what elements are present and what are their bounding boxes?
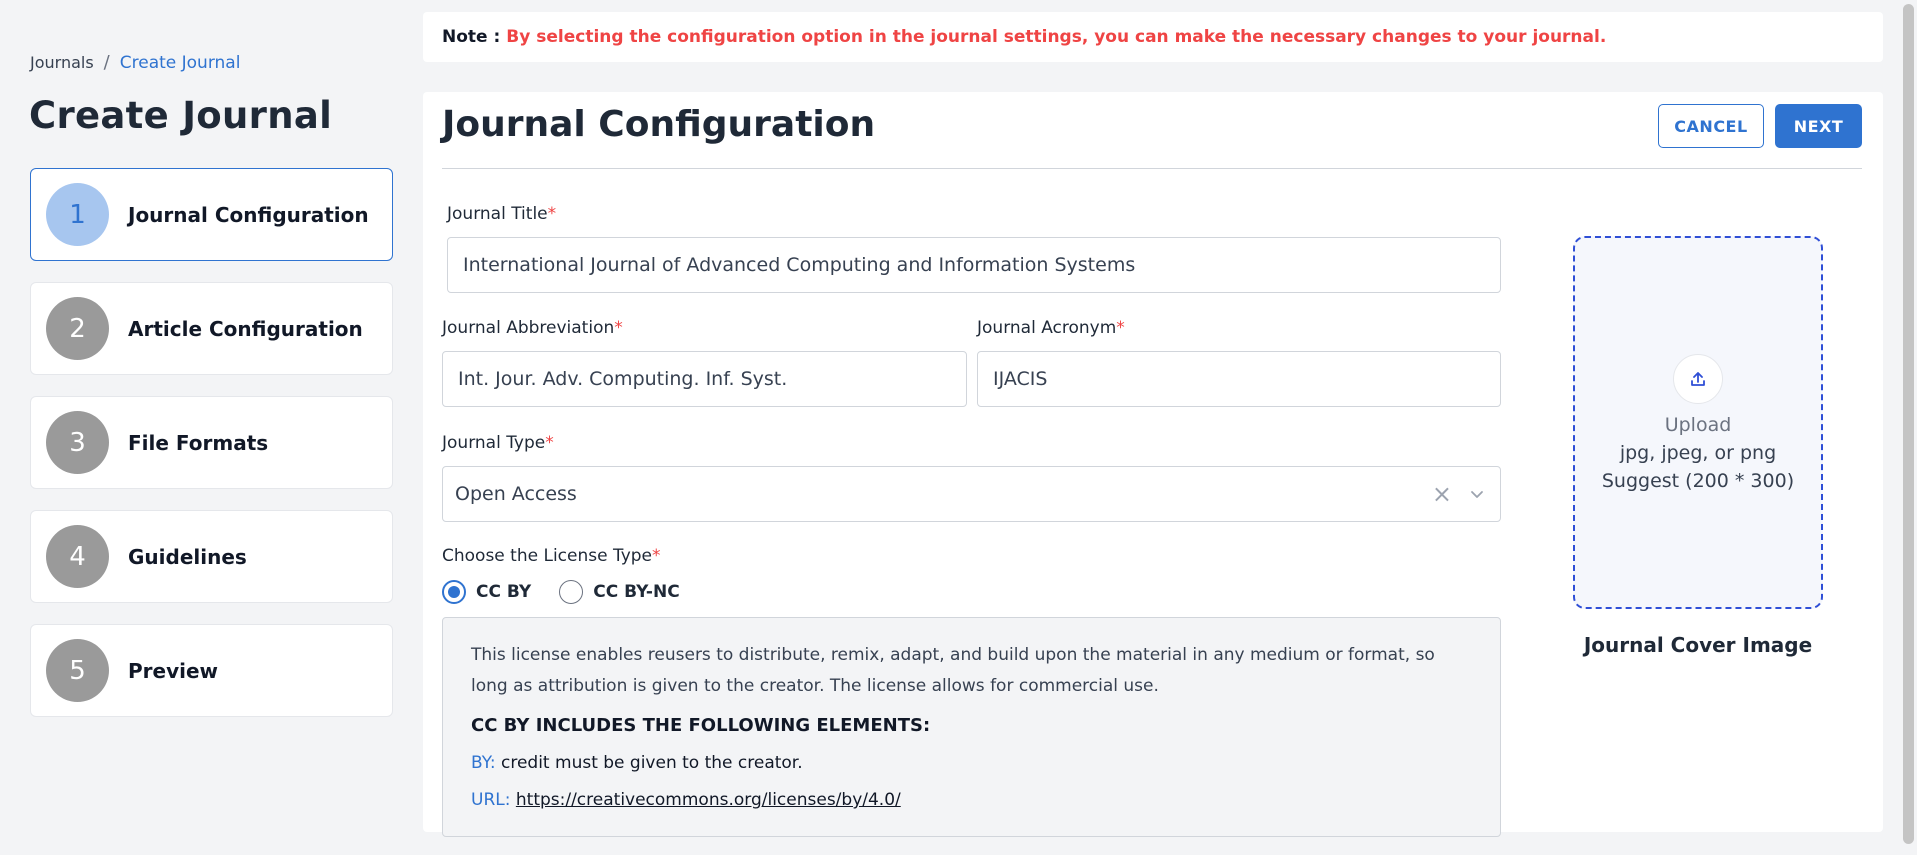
journal-acronym-label-text: Journal Acronym [977, 318, 1117, 338]
page-title: Create Journal [29, 94, 333, 137]
step-journal-configuration[interactable]: 1 Journal Configuration [30, 168, 393, 261]
card-title: Journal Configuration [442, 104, 876, 145]
card-header: Journal Configuration CANCEL NEXT [442, 92, 1862, 169]
note-text: By selecting the configuration option in… [506, 27, 1607, 47]
journal-title-field[interactable] [447, 237, 1501, 293]
next-button[interactable]: NEXT [1775, 104, 1862, 148]
step-label: Guidelines [128, 544, 247, 569]
license-url-row: URL: https://creativecommons.org/license… [471, 790, 1472, 810]
journal-type-label: Journal Type* [442, 433, 554, 453]
journal-title-label: Journal Title* [447, 204, 556, 224]
step-guidelines[interactable]: 4 Guidelines [30, 510, 393, 603]
journal-abbreviation-field[interactable] [442, 351, 967, 407]
radio-cc-by-nc[interactable]: CC BY-NC [559, 580, 680, 604]
step-article-configuration[interactable]: 2 Article Configuration [30, 282, 393, 375]
upload-arrow-icon [1691, 371, 1705, 386]
cancel-button[interactable]: CANCEL [1658, 104, 1764, 148]
license-description: This license enables reusers to distribu… [471, 645, 1435, 696]
step-number: 5 [46, 639, 109, 702]
note-banner: Note : By selecting the configuration op… [423, 12, 1883, 62]
step-number: 2 [46, 297, 109, 360]
cover-image-upload[interactable]: Upload jpg, jpeg, or png Suggest (200 * … [1573, 236, 1823, 609]
license-by-value: credit must be given to the creator. [501, 753, 803, 773]
note-label: Note : [442, 27, 501, 47]
cover-image-caption: Journal Cover Image [1583, 633, 1813, 657]
upload-suggest: Suggest (200 * 300) [1601, 469, 1795, 492]
step-file-formats[interactable]: 3 File Formats [30, 396, 393, 489]
breadcrumb: Journals / Create Journal [30, 52, 240, 73]
journal-acronym-label: Journal Acronym* [977, 318, 1125, 338]
scrollbar-track[interactable] [1900, 0, 1917, 855]
chevron-down-icon[interactable] [1470, 487, 1484, 501]
step-number: 1 [46, 183, 109, 246]
license-by-key: BY: [471, 753, 496, 773]
required-mark: * [614, 318, 623, 338]
license-radio-group: CC BY CC BY-NC [442, 580, 680, 604]
license-type-label: Choose the License Type* [442, 546, 661, 566]
journal-acronym-input[interactable] [993, 368, 1500, 390]
step-label: Article Configuration [128, 316, 363, 341]
journal-type-select[interactable]: Open Access × [442, 466, 1501, 522]
required-mark: * [652, 546, 661, 566]
radio-button-checked[interactable] [442, 580, 466, 604]
journal-abbreviation-input[interactable] [458, 368, 966, 390]
journal-title-input[interactable] [463, 254, 1500, 276]
upload-label: Upload [1664, 413, 1732, 436]
journal-title-label-text: Journal Title [447, 204, 548, 224]
license-heading: CC BY INCLUDES THE FOLLOWING ELEMENTS: [471, 715, 931, 736]
radio-label: CC BY [476, 582, 532, 602]
step-label: File Formats [128, 430, 269, 455]
license-info-box: This license enables reusers to distribu… [442, 617, 1501, 837]
journal-type-label-text: Journal Type [442, 433, 546, 453]
step-label: Journal Configuration [128, 202, 369, 227]
journal-abbreviation-label: Journal Abbreviation* [442, 318, 623, 338]
license-by-row: BY: credit must be given to the creator. [471, 753, 1472, 773]
radio-cc-by[interactable]: CC BY [442, 580, 531, 604]
license-url-key: URL: [471, 790, 511, 810]
required-mark: * [547, 204, 557, 224]
breadcrumb-journals-link[interactable]: Journals [30, 53, 94, 72]
radio-label: CC BY-NC [593, 582, 680, 602]
step-number: 3 [46, 411, 109, 474]
upload-formats: jpg, jpeg, or png [1619, 441, 1777, 464]
step-number: 4 [46, 525, 109, 588]
step-preview[interactable]: 5 Preview [30, 624, 393, 717]
upload-icon[interactable] [1673, 353, 1723, 404]
journal-type-value: Open Access [455, 483, 577, 505]
step-label: Preview [128, 658, 219, 683]
stepper: 1 Journal Configuration 2 Article Config… [30, 168, 393, 738]
breadcrumb-current[interactable]: Create Journal [120, 53, 241, 73]
required-mark: * [545, 433, 554, 453]
journal-abbreviation-label-text: Journal Abbreviation [442, 318, 615, 338]
radio-button[interactable] [559, 580, 584, 604]
clear-icon[interactable]: × [1432, 480, 1452, 508]
breadcrumb-separator: / [103, 52, 110, 73]
journal-configuration-card: Journal Configuration CANCEL NEXT Journa… [423, 92, 1883, 837]
journal-acronym-field[interactable] [977, 351, 1501, 407]
scrollbar-thumb[interactable] [1903, 4, 1914, 844]
license-url-link[interactable]: https://creativecommons.org/licenses/by/… [516, 790, 901, 810]
required-mark: * [1116, 318, 1125, 338]
license-type-label-text: Choose the License Type [442, 546, 653, 566]
